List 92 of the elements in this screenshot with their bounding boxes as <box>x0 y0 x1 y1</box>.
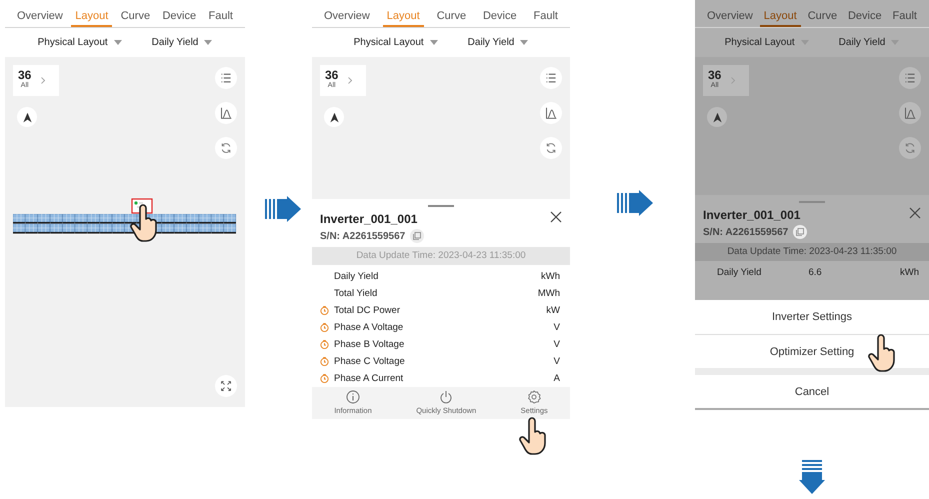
caret-down-icon <box>204 40 212 45</box>
tab[interactable]: Device <box>478 0 521 27</box>
list-button[interactable] <box>899 67 921 89</box>
caret-down-icon <box>430 40 438 45</box>
metric-label: Phase A Current <box>334 373 404 384</box>
tab[interactable]: Device <box>844 0 886 27</box>
timer-icon <box>320 323 329 332</box>
tab[interactable]: Overview <box>13 0 67 27</box>
settings-icon <box>527 390 542 404</box>
tab[interactable]: Fault <box>204 0 237 27</box>
timer-icon <box>320 374 329 383</box>
tab[interactable]: Overview <box>320 0 374 27</box>
copy-icon <box>796 228 804 236</box>
info-icon <box>346 390 360 404</box>
metric-unit: V <box>554 322 560 333</box>
compass-icon <box>712 112 722 122</box>
copy-icon <box>413 232 422 240</box>
chevron-right-icon <box>731 77 736 84</box>
refresh-button[interactable] <box>540 137 562 159</box>
hand-pointer-icon <box>129 204 159 244</box>
curve-chart-icon <box>904 106 916 120</box>
device-title: Inverter_001_001 <box>320 212 418 226</box>
compass-button[interactable] <box>707 107 727 127</box>
list-icon <box>220 72 232 84</box>
dropdown[interactable]: Daily Yield <box>836 35 902 50</box>
timer-icon <box>320 306 329 315</box>
tab[interactable]: Curve <box>116 0 154 27</box>
expand-icon <box>220 380 232 392</box>
caret-down-icon <box>114 40 122 45</box>
dropdown[interactable]: Physical Layout <box>352 35 440 50</box>
metric-label: Daily Yield <box>717 267 762 278</box>
metric-label: Phase A Voltage <box>334 322 404 333</box>
right-arrow-icon <box>265 196 301 222</box>
curve-chart-button[interactable] <box>215 102 237 124</box>
metric-unit: MWh <box>538 288 560 299</box>
refresh-button[interactable] <box>215 137 237 159</box>
metric-value: 6.6 <box>808 267 823 278</box>
chevron-right-icon <box>41 77 46 84</box>
dropdown[interactable]: Physical Layout <box>722 35 811 50</box>
compass-button[interactable] <box>324 107 344 127</box>
device-title: Inverter_001_001 <box>703 208 800 222</box>
serial-number: S/N: A2261559567 <box>320 230 406 242</box>
chevron-right-icon <box>348 77 352 84</box>
update-time: Data Update Time: 2023-04-23 11:35:00 <box>312 247 570 265</box>
tab[interactable]: Curve <box>804 0 842 27</box>
curve-chart-icon <box>220 106 232 120</box>
curve-chart-button[interactable] <box>899 102 921 124</box>
metric-unit: V <box>554 356 560 367</box>
timer-icon <box>320 357 329 366</box>
dropdown[interactable]: Daily Yield <box>466 35 530 50</box>
metric-label: Daily Yield <box>334 271 380 282</box>
refresh-icon <box>904 142 916 154</box>
power-icon <box>439 390 454 404</box>
metric-unit: kWh <box>541 271 560 282</box>
serial-number: S/N: A2261559567 <box>703 226 788 238</box>
metric-label: Phase C Voltage <box>334 356 406 367</box>
dropdown[interactable]: Physical Layout <box>36 35 124 50</box>
refresh-icon <box>220 142 232 154</box>
tab[interactable]: Curve <box>432 0 470 27</box>
hand-pointer-icon <box>518 417 548 457</box>
curve-chart-icon <box>544 106 558 120</box>
hand-pointer-icon <box>867 334 897 374</box>
metric-unit: kWh <box>900 267 919 278</box>
curve-chart-button[interactable] <box>540 102 562 124</box>
metric-label: Total Yield <box>334 288 378 299</box>
metric-label: Phase B Voltage <box>334 339 406 350</box>
list-button[interactable] <box>215 67 237 89</box>
close-icon <box>909 207 921 219</box>
timer-icon <box>320 340 329 349</box>
compass-button[interactable] <box>17 107 37 127</box>
tab[interactable]: Fault <box>530 0 562 27</box>
metric-unit: A <box>554 373 560 384</box>
dropdown[interactable]: Daily Yield <box>150 35 214 50</box>
list-icon <box>544 72 558 84</box>
metric-unit: V <box>554 339 560 350</box>
refresh-icon <box>544 142 558 154</box>
expand-button[interactable] <box>215 375 237 397</box>
tab[interactable]: Overview <box>703 0 757 27</box>
caret-down-icon <box>520 40 528 45</box>
metric-label: Total DC Power <box>334 305 401 316</box>
compass-icon <box>22 112 32 122</box>
tab[interactable]: Fault <box>888 0 921 27</box>
copy-button[interactable] <box>410 229 424 243</box>
update-time: Data Update Time: 2023-04-23 11:35:00 <box>695 243 929 261</box>
list-button[interactable] <box>540 67 562 89</box>
tab[interactable]: Device <box>158 0 200 27</box>
compass-icon <box>328 112 340 122</box>
down-arrow-icon <box>799 460 825 494</box>
list-icon <box>904 72 916 84</box>
close-icon <box>550 211 562 223</box>
right-arrow-icon <box>617 190 653 216</box>
metric-unit: kW <box>546 305 560 316</box>
